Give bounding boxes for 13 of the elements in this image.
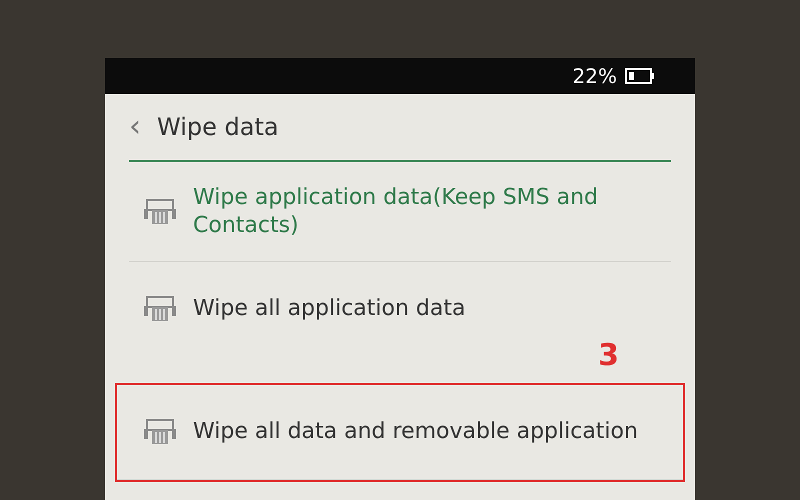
battery-percentage: 22% [572, 63, 617, 90]
wipe-option[interactable]: Wipe all data and removable application [117, 385, 683, 480]
device-icon [143, 294, 177, 324]
option-label: Wipe all application data [193, 295, 466, 323]
option-label: Wipe application data(Keep SMS and Contacts) [193, 184, 600, 239]
wipe-option[interactable]: Wipe application data(Keep SMS and Contacts) [129, 162, 671, 262]
option-label: Wipe all data and removable application [193, 418, 638, 446]
page-title: Wipe data [157, 112, 279, 143]
step-number: 3 [598, 341, 619, 375]
back-button[interactable]: ‹ [129, 112, 141, 142]
device-icon [143, 196, 177, 226]
battery-icon [625, 68, 655, 84]
device-icon [143, 417, 177, 447]
